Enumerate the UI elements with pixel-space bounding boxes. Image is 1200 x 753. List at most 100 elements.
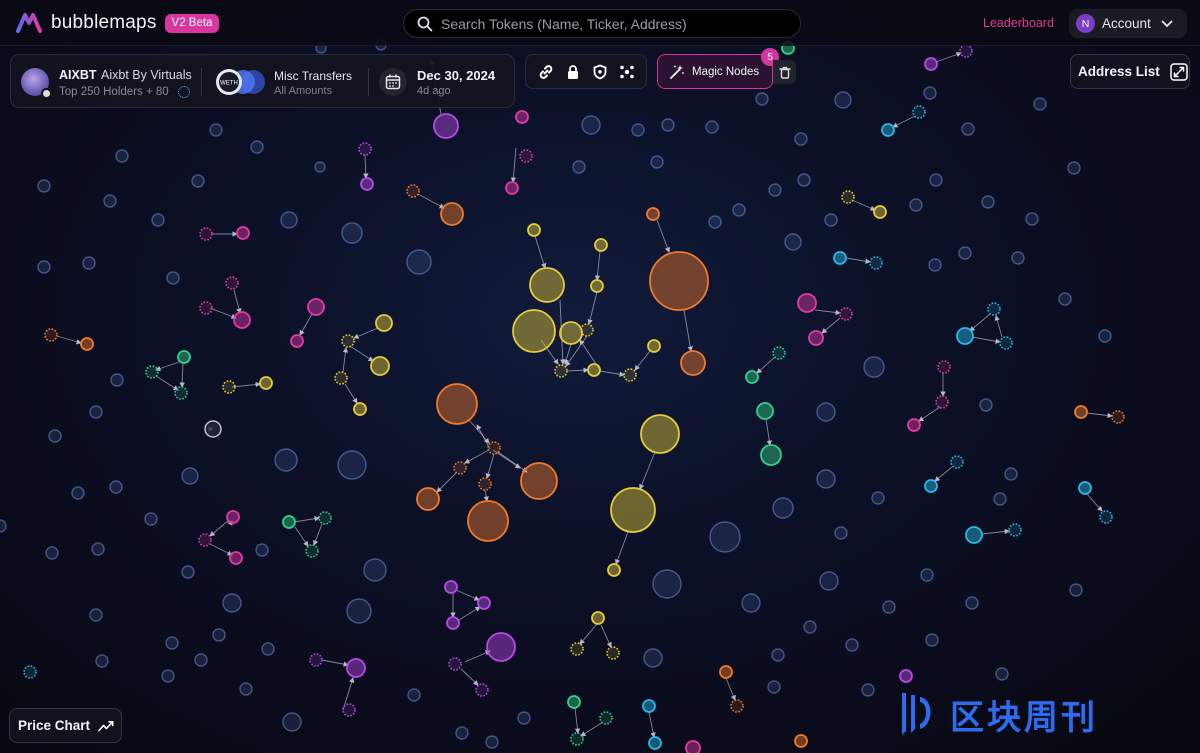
- linked-holder-bubble[interactable]: [512, 309, 556, 353]
- linked-holder-bubble[interactable]: [646, 207, 660, 221]
- holder-bubble[interactable]: [37, 179, 51, 193]
- holder-bubble[interactable]: [958, 246, 972, 260]
- linked-holder-bubble[interactable]: [467, 500, 509, 542]
- holder-bubble[interactable]: [89, 608, 103, 622]
- holder-bubble[interactable]: [768, 183, 782, 197]
- linked-holder-bubble[interactable]: [529, 267, 565, 303]
- holder-bubble[interactable]: [1033, 97, 1047, 111]
- holder-bubble[interactable]: [346, 598, 372, 624]
- linked-holder-bubble[interactable]: [590, 279, 604, 293]
- holder-bubble[interactable]: [816, 402, 836, 422]
- linked-holder-bubble[interactable]: [375, 314, 393, 332]
- holder-bubble[interactable]: [1058, 292, 1072, 306]
- holder-bubble[interactable]: [95, 654, 109, 668]
- holder-bubble[interactable]: [920, 568, 934, 582]
- linked-holder-bubble[interactable]: [478, 477, 492, 491]
- linked-holder-bubble[interactable]: [567, 695, 581, 709]
- linked-holder-bubble[interactable]: [570, 642, 584, 656]
- linked-holder-bubble[interactable]: [912, 105, 926, 119]
- holder-bubble[interactable]: [455, 726, 469, 740]
- holder-bubble[interactable]: [767, 680, 781, 694]
- account-button[interactable]: N Account: [1069, 9, 1187, 38]
- holder-bubble[interactable]: [166, 271, 180, 285]
- holder-bubble[interactable]: [71, 486, 85, 500]
- holder-bubble[interactable]: [110, 373, 124, 387]
- holder-bubble[interactable]: [928, 258, 942, 272]
- holder-bubble[interactable]: [341, 222, 363, 244]
- linked-holder-bubble[interactable]: [587, 363, 601, 377]
- linked-holder-bubble[interactable]: [839, 307, 853, 321]
- linked-holder-bubble[interactable]: [174, 386, 188, 400]
- linked-holder-bubble[interactable]: [833, 251, 847, 265]
- holder-bubble[interactable]: [282, 712, 302, 732]
- holder-bubble[interactable]: [1004, 467, 1018, 481]
- leaderboard-link[interactable]: Leaderboard: [983, 16, 1054, 30]
- linked-holder-bubble[interactable]: [730, 699, 744, 713]
- holder-bubble[interactable]: [824, 213, 838, 227]
- bubble-map[interactable]: [0, 0, 1200, 753]
- holder-bubble[interactable]: [741, 593, 761, 613]
- linked-holder-bubble[interactable]: [505, 181, 519, 195]
- linked-holder-bubble[interactable]: [519, 149, 533, 163]
- linked-holder-bubble[interactable]: [44, 328, 58, 342]
- holder-bubble[interactable]: [882, 600, 896, 614]
- lock-button[interactable]: [563, 62, 583, 82]
- holder-bubble[interactable]: [37, 260, 51, 274]
- magic-nodes-button[interactable]: Magic Nodes: [657, 54, 773, 89]
- linked-holder-bubble[interactable]: [554, 364, 568, 378]
- holder-bubble[interactable]: [816, 469, 836, 489]
- linked-holder-bubble[interactable]: [416, 487, 440, 511]
- holder-bubble[interactable]: [794, 132, 808, 146]
- holder-bubble[interactable]: [45, 546, 59, 560]
- weth-transfer-icon[interactable]: WETH: [213, 68, 267, 96]
- linked-holder-bubble[interactable]: [956, 327, 974, 345]
- linked-holder-bubble[interactable]: [370, 356, 390, 376]
- cluster-button[interactable]: [617, 62, 637, 82]
- linked-holder-bubble[interactable]: [487, 441, 501, 455]
- linked-holder-bubble[interactable]: [475, 683, 489, 697]
- linked-holder-bubble[interactable]: [199, 227, 213, 241]
- linked-holder-bubble[interactable]: [199, 301, 213, 315]
- linked-holder-bubble[interactable]: [145, 365, 159, 379]
- linked-holder-bubble[interactable]: [680, 350, 706, 376]
- holder-bubble[interactable]: [803, 620, 817, 634]
- linked-holder-bubble[interactable]: [433, 113, 459, 139]
- linked-holder-bubble[interactable]: [453, 461, 467, 475]
- holder-bubble[interactable]: [280, 211, 298, 229]
- holder-bubble[interactable]: [581, 115, 601, 135]
- holder-bubble[interactable]: [103, 194, 117, 208]
- holder-bubble[interactable]: [181, 467, 199, 485]
- holder-bubble[interactable]: [255, 543, 269, 557]
- linked-holder-bubble[interactable]: [406, 184, 420, 198]
- linked-holder-bubble[interactable]: [899, 669, 913, 683]
- linked-holder-bubble[interactable]: [760, 444, 782, 466]
- linked-holder-bubble[interactable]: [305, 544, 319, 558]
- linked-holder-bubble[interactable]: [1078, 481, 1092, 495]
- holder-bubble[interactable]: [1025, 212, 1039, 226]
- linked-holder-bubble[interactable]: [282, 515, 296, 529]
- holder-bubble[interactable]: [755, 92, 769, 106]
- linked-holder-bubble[interactable]: [935, 395, 949, 409]
- linked-holder-bubble[interactable]: [440, 202, 464, 226]
- holder-bubble[interactable]: [517, 711, 531, 725]
- linked-holder-bubble[interactable]: [341, 334, 355, 348]
- linked-holder-bubble[interactable]: [873, 205, 887, 219]
- linked-holder-bubble[interactable]: [623, 368, 637, 382]
- holder-bubble[interactable]: [0, 519, 7, 533]
- linked-holder-bubble[interactable]: [642, 699, 656, 713]
- holder-bubble[interactable]: [871, 491, 885, 505]
- linked-holder-bubble[interactable]: [685, 740, 701, 753]
- linked-holder-bubble[interactable]: [1074, 405, 1088, 419]
- holder-bubble[interactable]: [82, 256, 96, 270]
- linked-holder-bubble[interactable]: [599, 711, 613, 725]
- holder-bubble[interactable]: [909, 198, 923, 212]
- holder-bubble[interactable]: [771, 648, 785, 662]
- holder-bubble[interactable]: [250, 140, 264, 154]
- holder-bubble[interactable]: [834, 526, 848, 540]
- linked-holder-bubble[interactable]: [436, 383, 478, 425]
- linked-holder-bubble[interactable]: [520, 462, 558, 500]
- holder-bubble[interactable]: [993, 492, 1007, 506]
- linked-holder-bubble[interactable]: [353, 402, 367, 416]
- holder-bubble[interactable]: [209, 123, 223, 137]
- holder-bubble[interactable]: [929, 173, 943, 187]
